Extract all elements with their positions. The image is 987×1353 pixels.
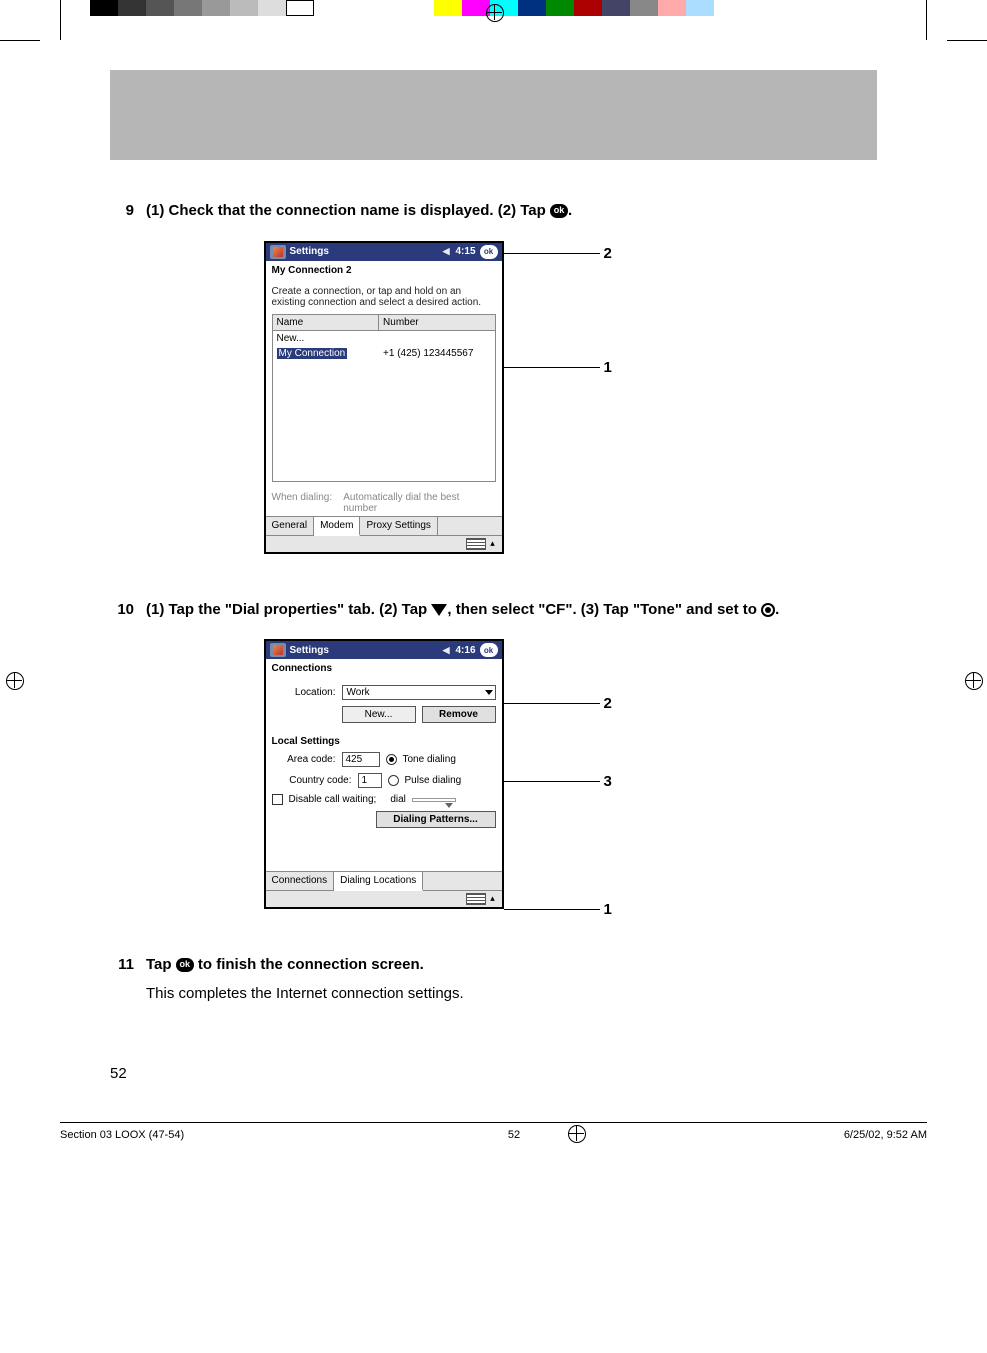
when-dialing-row: When dialing: Automatically dial the bes… bbox=[266, 486, 502, 516]
ok-icon: ok bbox=[550, 204, 568, 218]
start-icon[interactable] bbox=[270, 245, 286, 259]
dropdown-triangle-icon bbox=[431, 604, 447, 616]
tab-dialing-locations[interactable]: Dialing Locations bbox=[334, 872, 423, 891]
pda-clock: 4:15 bbox=[455, 246, 475, 257]
tab-connections[interactable]: Connections bbox=[266, 872, 335, 890]
pulse-label: Pulse dialing bbox=[405, 775, 462, 786]
registration-mark-icon bbox=[568, 1125, 584, 1141]
area-code-label: Area code: bbox=[272, 754, 336, 765]
table-row[interactable]: My Connection +1 (425) 123445567 bbox=[273, 346, 495, 361]
step-number: 9 bbox=[110, 200, 146, 223]
pda-titlebar: Settings 4:15 ok bbox=[266, 243, 502, 261]
callout-2: 2 bbox=[604, 245, 612, 262]
local-settings-heading: Local Settings bbox=[266, 730, 502, 749]
step-text: Tap ok to finish the connection screen. bbox=[146, 954, 877, 977]
callout-2: 2 bbox=[604, 695, 612, 712]
sip-up-icon[interactable]: ▴ bbox=[488, 893, 498, 905]
step-text: (1) Check that the connection name is di… bbox=[146, 200, 877, 223]
ok-button[interactable]: ok bbox=[480, 643, 498, 657]
connection-name-heading: My Connection 2 bbox=[266, 261, 502, 280]
pda-screenshot-2: Settings 4:16 ok Connections Location: W… bbox=[264, 639, 504, 909]
connection-number: +1 (425) 123445567 bbox=[379, 346, 494, 361]
callout-3: 3 bbox=[604, 773, 612, 790]
figure-step-10: Settings 4:16 ok Connections Location: W… bbox=[264, 639, 724, 909]
country-code-input[interactable]: 1 bbox=[358, 773, 382, 788]
disable-call-waiting-checkbox[interactable] bbox=[272, 794, 283, 805]
registration-mark-icon bbox=[6, 672, 22, 688]
footer-timestamp: 6/25/02, 9:52 AM bbox=[844, 1129, 927, 1141]
country-code-row: Country code: 1 Pulse dialing bbox=[272, 770, 496, 791]
location-label: Location: bbox=[272, 687, 336, 698]
step-11: 11 Tap ok to finish the connection scree… bbox=[110, 954, 877, 977]
pda-tab-bar: Connections Dialing Locations bbox=[266, 871, 502, 890]
speaker-icon[interactable] bbox=[443, 246, 452, 257]
country-code-label: Country code: bbox=[272, 775, 352, 786]
sip-bar: ▴ bbox=[266, 535, 502, 552]
column-name: Name bbox=[273, 315, 380, 330]
callout-1: 1 bbox=[604, 359, 612, 376]
disable-call-waiting-row: Disable call waiting; dial bbox=[272, 791, 496, 808]
location-dropdown[interactable]: Work bbox=[342, 685, 496, 700]
print-crop-region bbox=[0, 0, 987, 70]
when-dialing-value: Automatically dial the best number bbox=[343, 492, 495, 514]
speaker-icon[interactable] bbox=[443, 645, 452, 656]
step-number: 11 bbox=[110, 954, 146, 977]
print-color-bar bbox=[90, 0, 714, 16]
connections-table: Name Number New... My Connection +1 (425… bbox=[272, 314, 496, 482]
dial-code-dropdown[interactable] bbox=[412, 798, 456, 802]
step-10: 10 (1) Tap the "Dial properties" tab. (2… bbox=[110, 599, 877, 622]
footer-page: 52 bbox=[508, 1129, 520, 1141]
print-footer: Section 03 LOOX (47-54) 52 6/25/02, 9:52… bbox=[60, 1122, 927, 1141]
remove-button[interactable]: Remove bbox=[422, 706, 496, 723]
dial-label: dial bbox=[390, 794, 406, 805]
step-number: 10 bbox=[110, 599, 146, 622]
pda-titlebar: Settings 4:16 ok bbox=[266, 641, 502, 659]
pulse-radio[interactable] bbox=[388, 775, 399, 786]
row-new: New... bbox=[273, 331, 380, 346]
figure-step-9: Settings 4:15 ok My Connection 2 Create … bbox=[264, 241, 724, 554]
page-header-band bbox=[110, 70, 877, 160]
sip-up-icon[interactable]: ▴ bbox=[488, 538, 498, 550]
step-11-body: This completes the Internet connection s… bbox=[110, 983, 877, 1006]
pda-title-text: Settings bbox=[290, 645, 329, 656]
tab-general[interactable]: General bbox=[266, 517, 315, 535]
page-number: 52 bbox=[110, 1065, 877, 1082]
pda-title-text: Settings bbox=[290, 246, 329, 257]
registration-mark-icon bbox=[965, 672, 981, 688]
start-icon[interactable] bbox=[270, 643, 286, 657]
radio-dot-icon bbox=[761, 603, 775, 617]
dialing-patterns-button[interactable]: Dialing Patterns... bbox=[376, 811, 496, 828]
disable-call-waiting-label: Disable call waiting; bbox=[289, 794, 377, 805]
ok-button[interactable]: ok bbox=[480, 245, 498, 259]
sip-bar: ▴ bbox=[266, 890, 502, 907]
selected-connection: My Connection bbox=[277, 348, 348, 359]
step-9: 9 (1) Check that the connection name is … bbox=[110, 200, 877, 223]
pda-instructions: Create a connection, or tap and hold on … bbox=[272, 286, 496, 308]
column-number: Number bbox=[379, 315, 494, 330]
tab-modem[interactable]: Modem bbox=[314, 517, 360, 536]
keyboard-icon[interactable] bbox=[466, 893, 486, 905]
area-code-row: Area code: 425 Tone dialing bbox=[272, 749, 496, 770]
registration-mark-icon bbox=[486, 4, 502, 20]
pda-tab-bar: General Modem Proxy Settings bbox=[266, 516, 502, 535]
keyboard-icon[interactable] bbox=[466, 538, 486, 550]
location-row: Location: Work bbox=[272, 682, 496, 703]
when-dialing-label: When dialing: bbox=[272, 492, 344, 503]
footer-section: Section 03 LOOX (47-54) bbox=[60, 1129, 184, 1141]
pda-screenshot-1: Settings 4:15 ok My Connection 2 Create … bbox=[264, 241, 504, 554]
table-header: Name Number bbox=[273, 315, 495, 331]
tab-proxy[interactable]: Proxy Settings bbox=[360, 517, 437, 535]
pda-clock: 4:16 bbox=[455, 645, 475, 656]
tone-radio[interactable] bbox=[386, 754, 397, 765]
callout-1: 1 bbox=[604, 901, 612, 918]
connections-heading: Connections bbox=[266, 659, 502, 678]
step-text: (1) Tap the "Dial properties" tab. (2) T… bbox=[146, 599, 877, 622]
area-code-input[interactable]: 425 bbox=[342, 752, 380, 767]
new-button[interactable]: New... bbox=[342, 706, 416, 723]
ok-icon: ok bbox=[176, 958, 194, 972]
table-row[interactable]: New... bbox=[273, 331, 495, 346]
tone-label: Tone dialing bbox=[403, 754, 456, 765]
